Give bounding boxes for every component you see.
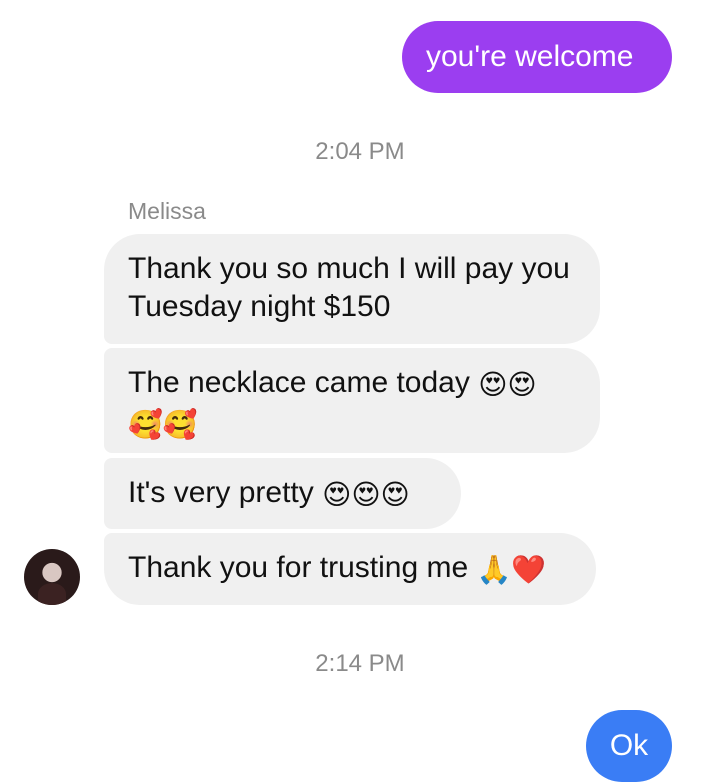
pray-heart-emoji: 🙏❤️ xyxy=(476,554,547,585)
timestamp: 2:14 PM xyxy=(315,650,405,677)
sent-message-bubble[interactable]: you're welcome xyxy=(402,21,672,93)
heart-eyes-emoji: 😍😍 xyxy=(478,369,537,400)
received-message-bubble[interactable]: Thank you for trusting me 🙏❤️ xyxy=(104,533,596,605)
received-message-bubble[interactable]: Thank you so much I will pay you Tuesday… xyxy=(104,234,600,344)
received-message-bubble[interactable]: It's very pretty 😍😍😍 xyxy=(104,458,461,529)
sender-name: Melissa xyxy=(128,198,206,224)
sender-avatar[interactable] xyxy=(24,549,80,605)
message-text: The necklace came today xyxy=(128,366,470,399)
smiling-hearts-emoji: 🥰🥰 xyxy=(128,409,198,440)
message-text: Thank you for trusting me xyxy=(128,551,469,584)
timestamp: 2:04 PM xyxy=(315,138,405,165)
received-message-bubble[interactable]: The necklace came today 😍😍 🥰🥰 xyxy=(104,348,600,453)
sent-message-bubble[interactable]: Ok xyxy=(586,710,672,782)
heart-eyes-emoji: 😍😍😍 xyxy=(322,479,410,510)
message-text: It's very pretty xyxy=(128,476,314,509)
